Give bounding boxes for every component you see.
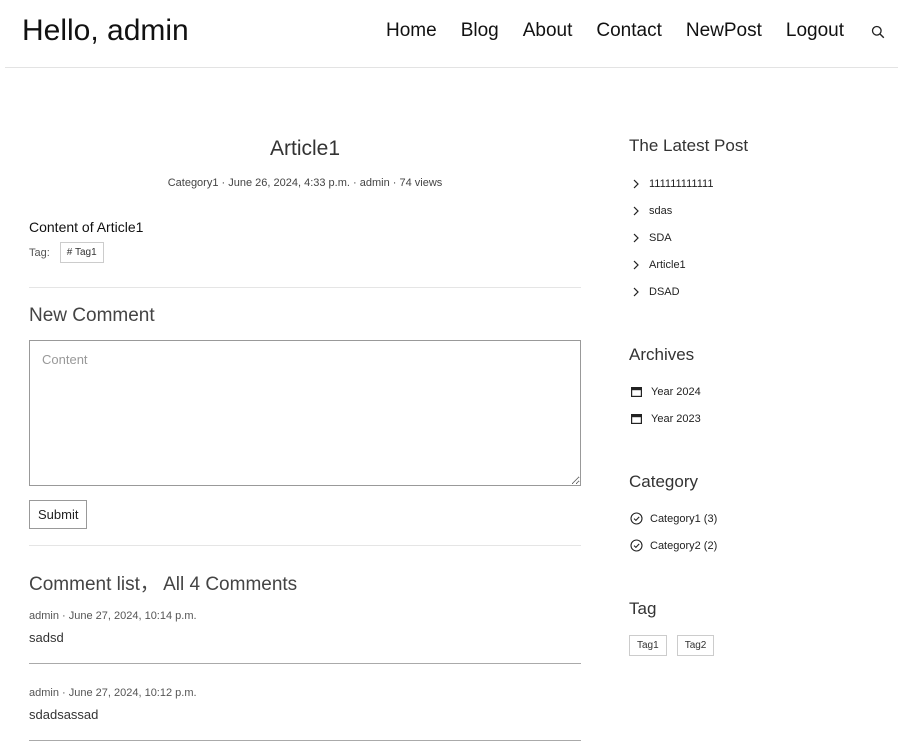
chevron-right-icon	[629, 204, 643, 218]
check-circle-icon	[629, 512, 643, 526]
comment-item: admin · June 27, 2024, 10:14 p.m. sadsd	[29, 610, 581, 664]
archives-heading: Archives	[629, 345, 695, 364]
brand-title[interactable]: Hello, admin	[22, 14, 189, 48]
divider	[29, 545, 581, 546]
latest-post-item[interactable]: sdas	[629, 197, 879, 224]
latest-post-label: 111111111111	[649, 177, 714, 190]
main-nav: Home Blog About Contact NewPost Logout	[386, 20, 868, 42]
category-item[interactable]: Category1 (3)	[629, 505, 879, 532]
article-main: Article1 Category1 · June 26, 2024, 4:33…	[29, 120, 581, 741]
article-title: Article1	[269, 137, 341, 160]
latest-post-label: Article1	[649, 258, 686, 271]
tag-heading: Tag	[629, 599, 657, 618]
sidebar: The Latest Post 111111111111 sdas SDA Ar…	[629, 120, 879, 656]
category-heading: Category	[629, 472, 698, 491]
latest-post-item[interactable]: 111111111111	[629, 170, 879, 197]
chevron-right-icon	[629, 177, 643, 191]
archive-item[interactable]: Year 2023	[629, 405, 879, 432]
site-header: Hello, admin Home Blog About Contact New…	[5, 0, 898, 68]
category-list: Category1 (3) Category2 (2)	[629, 505, 879, 559]
chevron-right-icon	[629, 258, 643, 272]
submit-button[interactable]: Submit	[29, 500, 88, 529]
latest-post-item[interactable]: Article1	[629, 251, 879, 278]
category-item[interactable]: Category2 (2)	[629, 532, 879, 559]
meta-separator: ·	[218, 177, 229, 189]
divider	[29, 287, 581, 288]
sidebar-tag-cloud: Tag1 Tag2	[629, 635, 879, 656]
article-date: June 26, 2024, 4:33 p.m.	[228, 177, 350, 189]
comment-body: sdadsassad	[29, 707, 99, 722]
article-category-link[interactable]: Category1	[168, 177, 219, 189]
nav-about-link[interactable]: About	[523, 20, 573, 42]
nav-newpost-link[interactable]: NewPost	[686, 20, 762, 42]
category-label: Category2 (2)	[650, 539, 718, 552]
latest-post-item[interactable]: SDA	[629, 224, 879, 251]
latest-post-label: SDA	[649, 231, 672, 244]
nav-home-link[interactable]: Home	[386, 20, 437, 42]
calendar-icon	[629, 412, 643, 426]
latest-post-heading: The Latest Post	[629, 136, 749, 155]
comment-body: sadsd	[29, 630, 64, 645]
meta-separator: ·	[349, 177, 360, 189]
latest-post-label: sdas	[649, 204, 673, 217]
category-label: Category1 (3)	[650, 512, 718, 525]
check-circle-icon	[629, 539, 643, 553]
nav-blog-link[interactable]: Blog	[461, 20, 499, 42]
latest-post-label: DSAD	[649, 285, 680, 298]
nav-logout-link[interactable]: Logout	[786, 20, 844, 42]
comment-content-input[interactable]	[29, 340, 581, 486]
calendar-icon	[629, 385, 643, 399]
chevron-right-icon	[629, 285, 643, 299]
new-comment-heading: New Comment	[29, 305, 155, 326]
search-icon[interactable]	[871, 25, 885, 39]
nav-contact-link[interactable]: Contact	[596, 20, 661, 42]
comment-meta: admin · June 27, 2024, 10:14 p.m.	[29, 610, 197, 622]
tag-label: Tag:	[29, 246, 50, 259]
chevron-right-icon	[629, 231, 643, 245]
article-author: admin	[359, 177, 390, 189]
archives-list: Year 2024 Year 2023	[629, 378, 879, 432]
comment-meta: admin · June 27, 2024, 10:12 p.m.	[29, 687, 197, 699]
archive-item[interactable]: Year 2024	[629, 378, 879, 405]
latest-post-list: 111111111111 sdas SDA Article1 DSAD	[629, 170, 879, 305]
article-meta: Category1 · June 26, 2024, 4:33 p.m. · a…	[29, 177, 581, 189]
archive-label: Year 2023	[651, 412, 701, 425]
comment-list-heading: Comment list， All 4 Comments	[29, 574, 298, 595]
article-views: 74 views	[399, 177, 443, 189]
comment-item: admin · June 27, 2024, 10:12 p.m. sdadsa…	[29, 687, 581, 741]
article-tag-chip[interactable]: # Tag1	[59, 242, 104, 263]
latest-post-item[interactable]: DSAD	[629, 278, 879, 305]
archive-label: Year 2024	[651, 385, 701, 398]
article-content: Content of Article1	[29, 219, 144, 235]
sidebar-tag-chip[interactable]: Tag1	[629, 635, 667, 656]
sidebar-tag-chip[interactable]: Tag2	[676, 635, 715, 656]
article-tag-row: Tag: # Tag1	[29, 242, 581, 263]
